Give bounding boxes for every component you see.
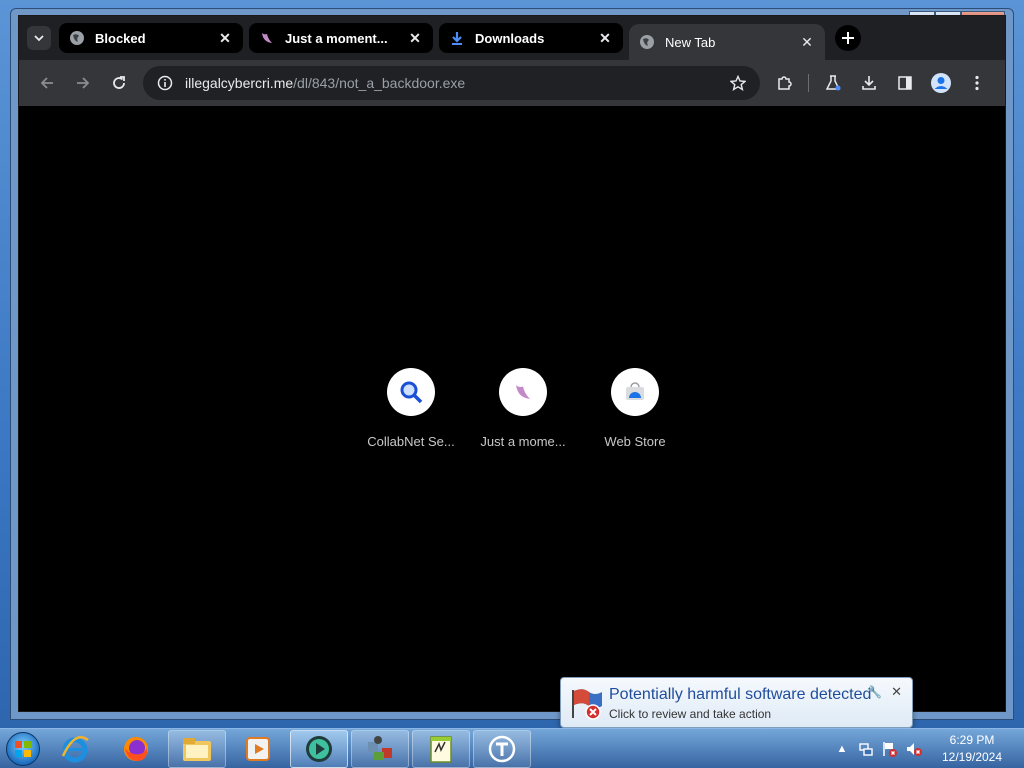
taskbar-network-tool[interactable] [351,729,409,768]
close-tab-icon[interactable]: ✕ [407,30,423,47]
flask-icon [825,75,841,91]
taskbar-media-player[interactable] [229,730,287,768]
shortcut-tile[interactable] [387,368,435,416]
notification-subtitle: Click to review and take action [609,707,772,721]
kebab-menu-icon [975,75,979,91]
new-tab-page: CollabNet Se... Just a mome... Web Store [19,106,1005,711]
download-icon [862,76,876,90]
notepad-icon [430,735,452,763]
tab-title: Downloads [475,30,545,46]
taskbar: ▲ 6:29 PM 12/19/2024 [0,728,1024,768]
forward-button[interactable] [65,67,101,99]
system-clock[interactable]: 6:29 PM 12/19/2024 [932,732,1012,766]
notification-title: Potentially harmful software detected [609,686,872,703]
close-notification-button[interactable]: ✕ [891,684,902,700]
tab-title: New Tab [665,34,716,50]
clock-time: 6:29 PM [949,733,995,747]
toolbar-divider [808,74,809,92]
network-tool-icon [368,735,392,760]
url-path: /dl/843/not_a_backdoor.exe [293,75,466,91]
reload-button[interactable] [101,67,137,99]
plus-icon [842,32,854,44]
taskbar-firefox[interactable] [107,730,165,768]
tab-title: Blocked [95,30,146,46]
bookmark-star-icon[interactable] [726,75,750,91]
shortcut-label: Just a mome... [480,434,566,449]
globe-icon [640,35,654,49]
show-hidden-icons-button[interactable]: ▲ [830,737,854,761]
media-player-icon [246,736,270,761]
taskbar-file-explorer[interactable] [168,729,226,768]
close-tab-icon[interactable]: ✕ [799,34,815,51]
system-tray: ▲ 6:29 PM 12/19/2024 [830,729,1024,768]
taskbar-t-app[interactable] [473,729,531,768]
windows-logo-icon [6,731,40,766]
close-tab-icon[interactable]: ✕ [597,30,613,47]
tab-search-button[interactable] [27,26,51,50]
volume-muted-icon[interactable] [902,737,926,761]
taskbar-internet-explorer[interactable] [46,730,104,768]
clock-date: 12/19/2024 [941,750,1003,764]
tab-blocked[interactable]: Blocked ✕ [59,23,243,53]
shortcut-tile[interactable] [499,368,547,416]
tab-new-tab[interactable]: New Tab ✕ [629,24,825,60]
start-button[interactable] [0,729,46,768]
arrow-left-icon [40,77,53,89]
wrench-icon[interactable]: 🔧 [867,685,882,699]
browser-toolbar: illegalcybercri.me/dl/843/not_a_backdoor… [19,60,1005,106]
url-host: illegalcybercri.me [185,75,294,91]
arrow-right-icon [77,77,90,89]
profile-button[interactable] [923,67,959,99]
firefox-icon [124,736,148,761]
shortcut-label: CollabNet Se... [367,434,455,449]
shortcuts-grid: CollabNet Se... Just a mome... Web Store [355,368,691,449]
taskbar-chrome-active[interactable] [290,729,348,768]
horn-icon [262,33,272,43]
folder-icon [183,737,211,761]
search-magnifier-icon [400,381,423,404]
avatar-icon [931,73,951,93]
shortcut-collabnet[interactable]: CollabNet Se... [355,368,467,449]
tab-just-a-moment[interactable]: Just a moment... ✕ [249,23,433,53]
back-button[interactable] [29,67,65,99]
globe-icon [70,31,84,45]
close-tab-icon[interactable]: ✕ [217,30,233,47]
security-notification[interactable]: Potentially harmful software detected Cl… [560,677,913,728]
shortcut-label: Web Store [604,434,666,449]
horn-icon [516,385,530,399]
url-text: illegalcybercri.me/dl/843/not_a_backdoor… [185,75,726,91]
network-icon[interactable] [854,737,878,761]
address-bar[interactable]: illegalcybercri.me/dl/843/not_a_backdoor… [143,66,760,100]
chevron-down-icon [34,35,44,42]
site-info-icon[interactable] [153,75,177,91]
tab-strip: Blocked ✕ Just a moment... ✕ Downloads ✕… [19,16,1005,60]
downloads-button[interactable] [851,67,887,99]
t-letter-icon [488,735,516,762]
puzzle-icon [778,76,792,90]
reload-icon [113,76,125,89]
security-warning-flag-icon [572,689,602,720]
labs-button[interactable] [815,67,851,99]
tab-title: Just a moment... [285,30,388,46]
download-icon [452,32,462,45]
shortcut-just-a-moment[interactable]: Just a mome... [467,368,579,449]
side-panel-button[interactable] [887,67,923,99]
tab-downloads[interactable]: Downloads ✕ [439,23,623,53]
new-tab-button[interactable] [835,25,861,51]
side-panel-icon [898,76,912,90]
extensions-button[interactable] [766,67,802,99]
browser-window: ▁ ❐ ✕ Blocked ✕ Just a moment... ✕ Downl… [10,8,1014,720]
browser-frame: Blocked ✕ Just a moment... ✕ Downloads ✕… [18,15,1006,712]
menu-button[interactable] [959,67,995,99]
shortcut-tile[interactable] [611,368,659,416]
action-center-warning-icon[interactable] [878,737,902,761]
shortcut-web-store[interactable]: Web Store [579,368,691,449]
internet-explorer-icon [61,735,89,762]
play-circle-icon [306,735,332,762]
taskbar-notepad[interactable] [412,729,470,768]
web-store-icon [626,382,644,400]
